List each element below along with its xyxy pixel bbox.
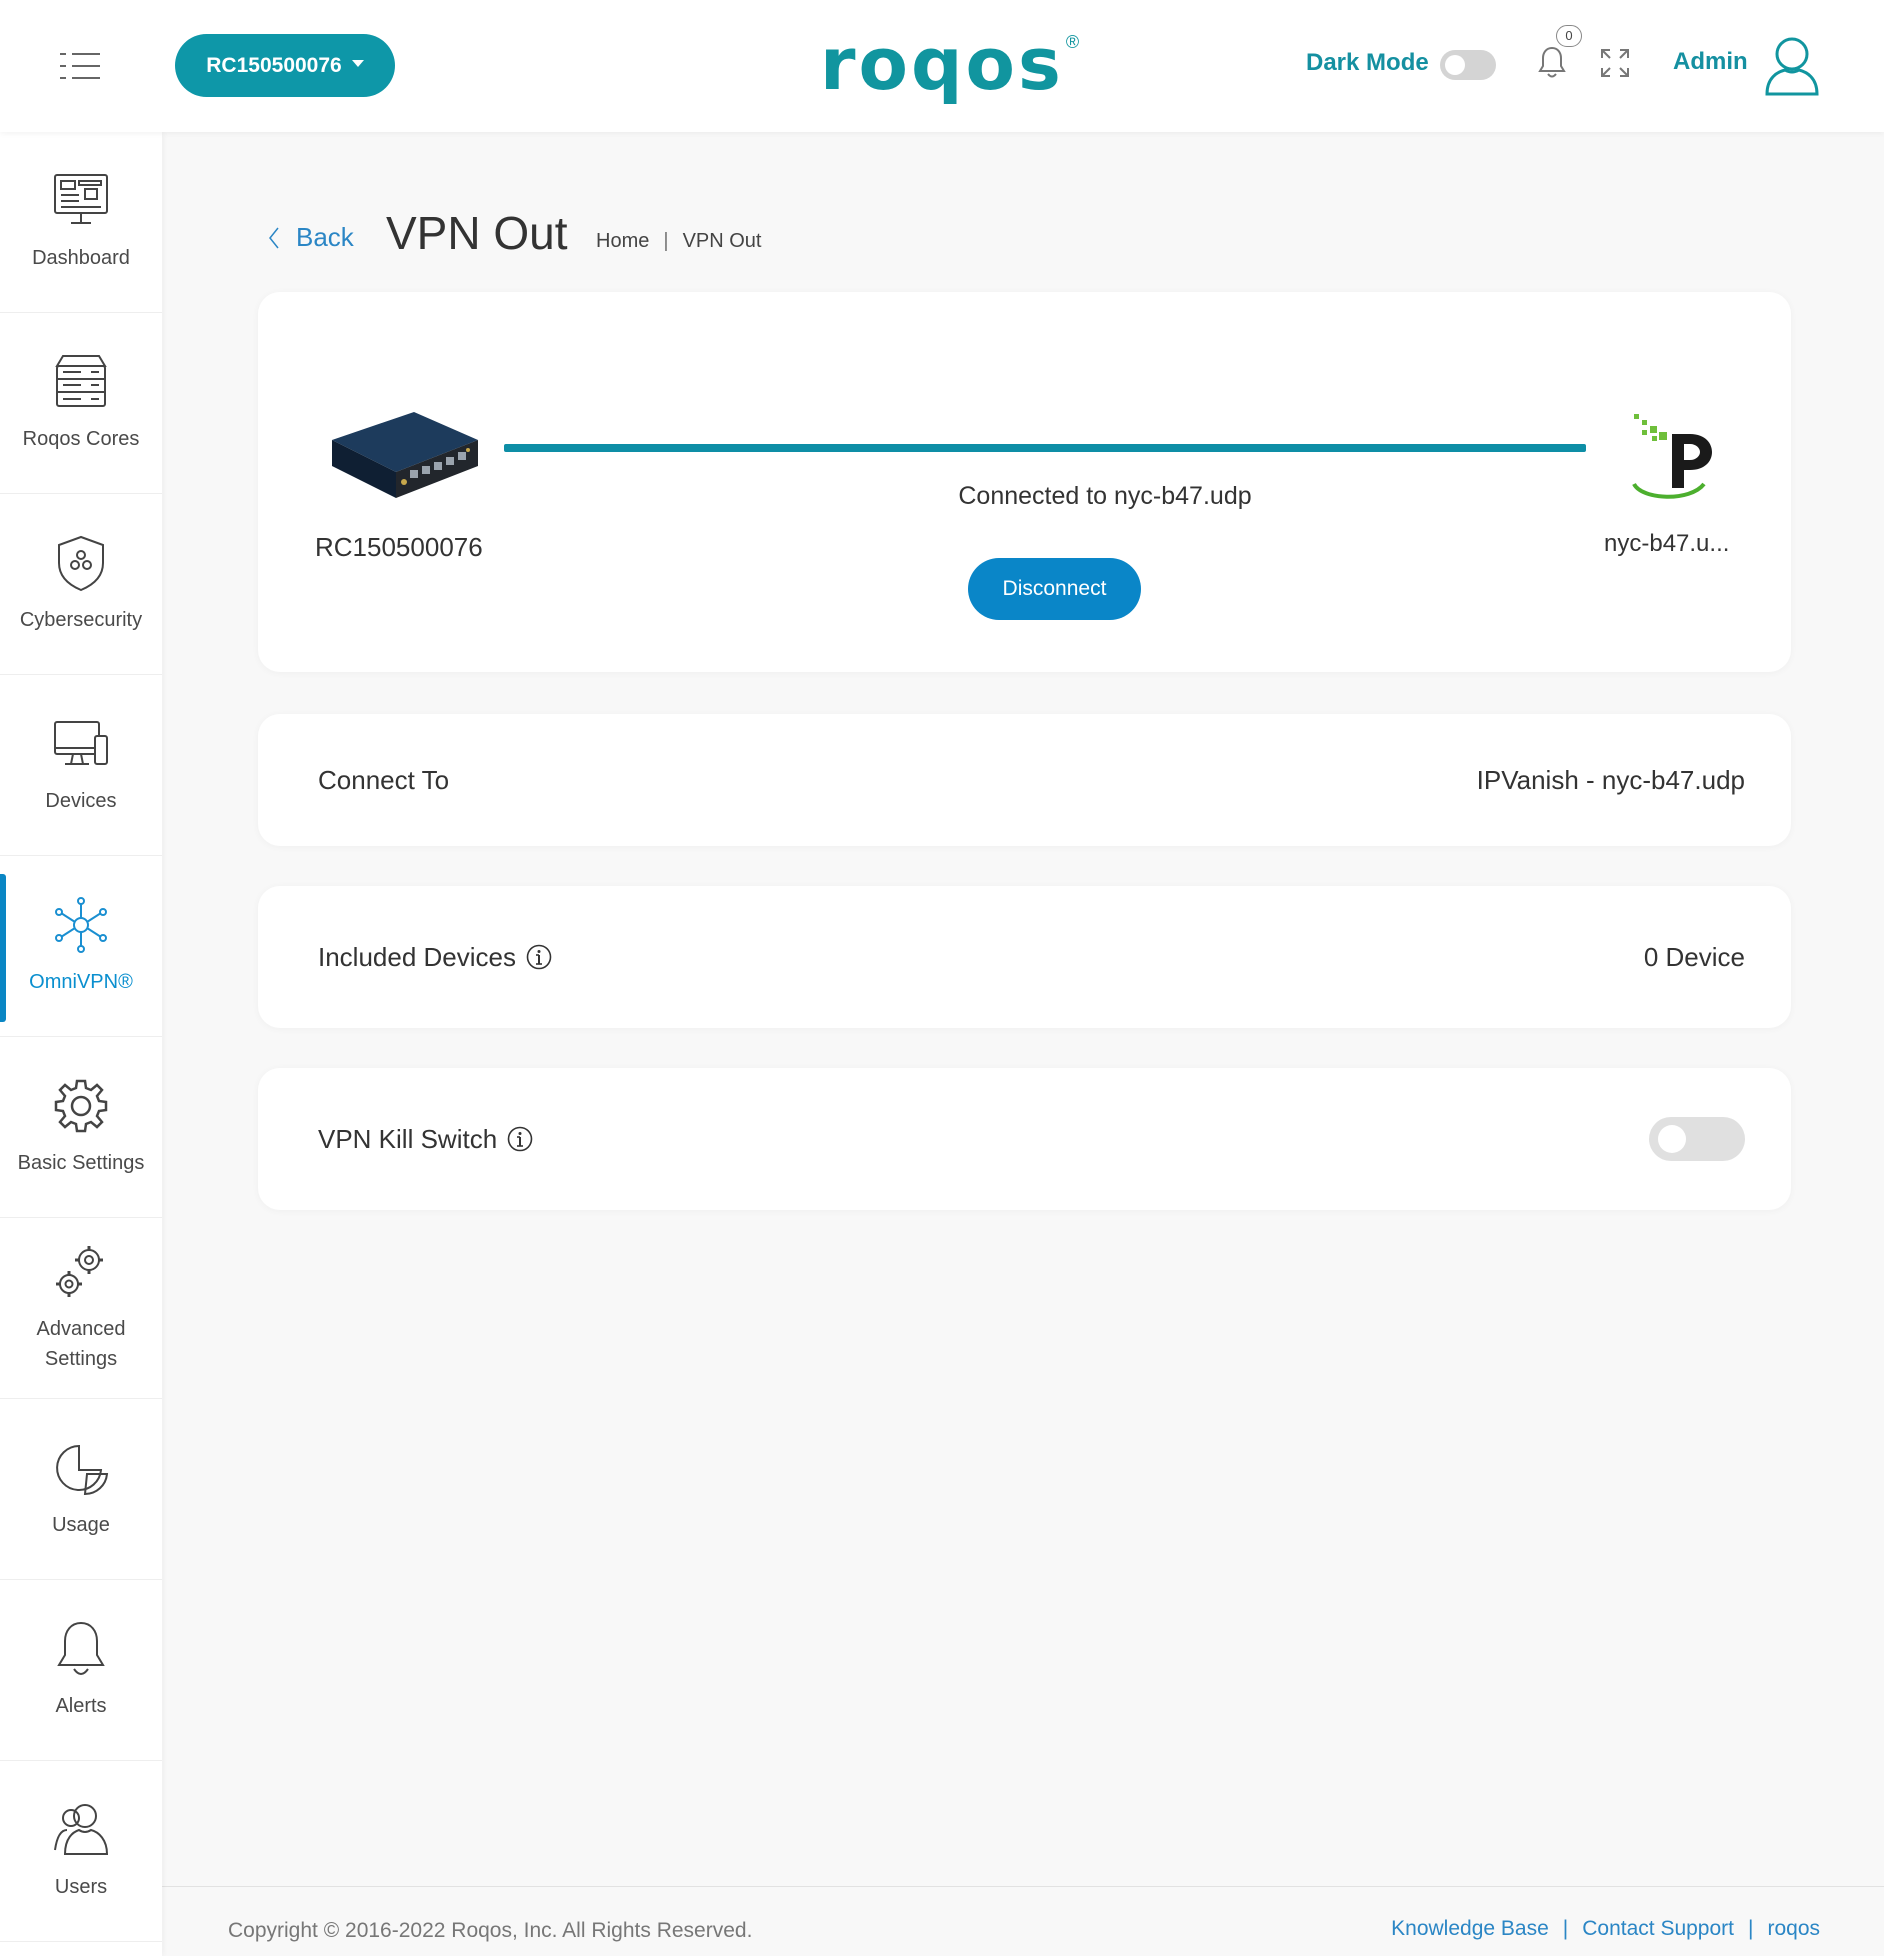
router-device-image <box>332 412 478 498</box>
footer-separator: | <box>1748 1917 1754 1940</box>
footer-separator: | <box>1562 1917 1569 1940</box>
breadcrumb-current: VPN Out <box>682 230 762 252</box>
connect-to-label: Connect To <box>318 764 450 795</box>
connection-status-text: Connected to nyc-b47.udp <box>958 482 1252 510</box>
breadcrumb-separator: | <box>663 230 669 252</box>
sidebar-item-label: Cybersecurity <box>19 609 143 631</box>
disconnect-button[interactable]: Disconnect <box>968 558 1141 620</box>
logo-registered-mark: ® <box>1065 32 1080 52</box>
sidebar-item-label: Advanced Settings <box>36 1318 126 1370</box>
sidebar-item-label: Devices <box>45 790 117 812</box>
footer-links: Knowledge Base | Contact Support | roqos <box>1391 1917 1820 1941</box>
page-footer: Copyright © 2016-2022 Roqos, Inc. All Ri… <box>162 1886 1884 1956</box>
breadcrumb: Home | VPN Out <box>596 230 761 253</box>
back-link[interactable]: Back <box>268 222 354 253</box>
notification-bell-icon[interactable] <box>1537 44 1567 80</box>
gear-icon <box>54 1079 108 1133</box>
sidebar-item-label: OmniVPN® <box>29 971 133 993</box>
pie-chart-icon <box>56 1444 109 1496</box>
sidebar-item-usage[interactable]: Usage <box>0 1399 162 1580</box>
connect-to-value: IPVanish - nyc-b47.udp <box>1476 764 1745 795</box>
included-devices-label: Included Devices <box>318 941 516 972</box>
sidebar-item-label: Usage <box>52 1514 110 1536</box>
local-device-name: RC150500076 <box>315 532 483 562</box>
vpn-server-name: nyc-b47.u... <box>1604 530 1730 557</box>
admin-menu-label[interactable]: Admin <box>1673 48 1748 76</box>
user-avatar-icon[interactable] <box>1763 34 1821 98</box>
connection-status-card: RC150500076 Connected to nyc-b47.udp Dis… <box>258 292 1791 672</box>
device-selector-label: RC150500076 <box>206 53 342 77</box>
sidebar-item-omnivpn[interactable]: OmniVPN® <box>0 856 162 1037</box>
logo-text: roqos <box>820 22 1064 106</box>
network-icon <box>55 897 107 953</box>
devices-icon <box>54 721 108 765</box>
shield-icon <box>58 535 104 592</box>
sidebar-item-label: Alerts <box>55 1695 107 1717</box>
device-selector-dropdown[interactable]: RC150500076 <box>175 34 395 97</box>
bell-icon <box>57 1621 105 1675</box>
fullscreen-icon[interactable] <box>1600 48 1630 78</box>
notification-count-badge: 0 <box>1556 25 1582 47</box>
info-icon[interactable] <box>507 1126 533 1152</box>
sidebar-item-advanced-settings[interactable]: Advanced Settings <box>0 1218 162 1399</box>
sidebar-item-roqos-cores[interactable]: Roqos Cores <box>0 313 162 494</box>
breadcrumb-home[interactable]: Home <box>596 230 649 253</box>
included-devices-label-group: Included Devices <box>318 942 552 973</box>
chevron-left-icon <box>269 227 279 248</box>
dashboard-icon <box>54 174 108 224</box>
users-icon <box>54 1804 109 1855</box>
kill-switch-label: VPN Kill Switch <box>318 1123 498 1154</box>
connect-to-row[interactable]: Connect To IPVanish - nyc-b47.udp <box>258 714 1791 846</box>
sidebar-item-users[interactable]: Users <box>0 1761 162 1942</box>
roqos-link[interactable]: roqos <box>1767 1917 1820 1941</box>
dark-mode-toggle[interactable] <box>1440 50 1496 80</box>
roqos-logo[interactable]: roqos ® <box>820 28 1079 108</box>
sidebar-item-dashboard[interactable]: Dashboard <box>0 132 162 313</box>
sidebar-item-label: Users <box>54 1876 108 1898</box>
ipvanish-logo-icon <box>1632 414 1712 499</box>
gears-icon <box>56 1246 103 1297</box>
sidebar-item-alerts[interactable]: Alerts <box>0 1580 162 1761</box>
kill-switch-row: VPN Kill Switch <box>258 1068 1791 1210</box>
caret-down-icon <box>351 60 364 67</box>
sidebar-item-basic-settings[interactable]: Basic Settings <box>0 1037 162 1218</box>
copyright-text: Copyright © 2016-2022 Roqos, Inc. All Ri… <box>228 1919 753 1942</box>
knowledge-base-link[interactable]: Knowledge Base <box>1391 1917 1549 1941</box>
server-icon <box>55 355 107 407</box>
sidebar-item-label: Roqos Cores <box>22 428 140 450</box>
page-title: VPN Out <box>386 207 568 259</box>
menu-toggle-icon[interactable] <box>58 50 102 82</box>
sidebar-item-label: Dashboard <box>32 247 130 269</box>
kill-switch-toggle[interactable] <box>1649 1117 1745 1161</box>
contact-support-link[interactable]: Contact Support <box>1582 1917 1734 1941</box>
connection-line <box>504 444 1586 452</box>
sidebar-nav: Dashboard Roqos Cores Cybersecurity Devi… <box>0 132 162 1956</box>
back-label: Back <box>296 222 354 252</box>
dark-mode-label: Dark Mode <box>1306 49 1429 76</box>
kill-switch-label-group: VPN Kill Switch <box>318 1124 533 1155</box>
included-devices-value: 0 Device <box>1643 941 1745 972</box>
sidebar-item-devices[interactable]: Devices <box>0 675 162 856</box>
sidebar-item-cybersecurity[interactable]: Cybersecurity <box>0 494 162 675</box>
info-icon[interactable] <box>526 944 552 970</box>
included-devices-row[interactable]: Included Devices 0 Device <box>258 886 1791 1028</box>
top-header: RC150500076 roqos ® Dark Mode 0 Admin <box>0 0 1884 132</box>
sidebar-item-label: Basic Settings <box>17 1152 145 1174</box>
